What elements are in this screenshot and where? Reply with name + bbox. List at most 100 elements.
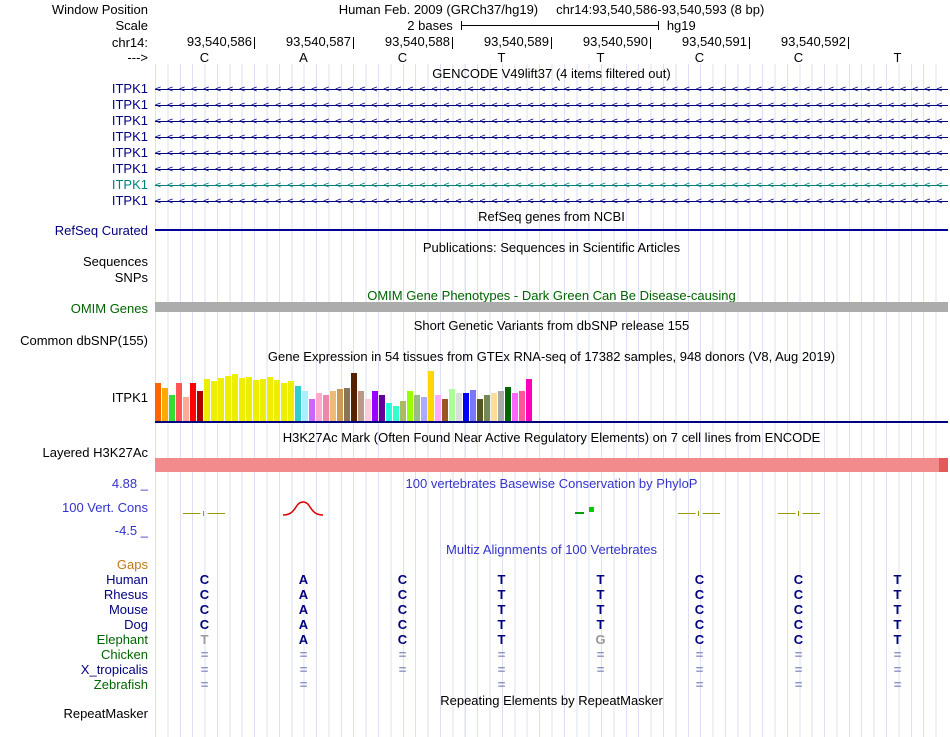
dbsnp-track-title[interactable]: Short Genetic Variants from dbSNP releas… — [155, 318, 948, 333]
phylop-track-title[interactable]: 100 vertebrates Basewise Conservation by… — [155, 476, 948, 491]
gtex-tissue-bar[interactable] — [260, 379, 266, 421]
gtex-tissue-bar[interactable] — [379, 395, 385, 421]
transcript-row[interactable]: <<<<<<<<<<<<<<<<<<<<<<<<<<<<<<<<<<<<<<<<… — [155, 177, 948, 193]
phylop-conservation-track[interactable] — [155, 498, 948, 528]
gene-label-itpk1[interactable]: ITPK1 — [0, 129, 148, 145]
gtex-tissue-bar[interactable] — [288, 381, 294, 421]
species-label[interactable]: Mouse — [0, 602, 155, 617]
transcript-row[interactable]: <<<<<<<<<<<<<<<<<<<<<<<<<<<<<<<<<<<<<<<<… — [155, 97, 948, 113]
gtex-tissue-bar[interactable] — [176, 383, 182, 421]
omim-genes-label[interactable]: OMIM Genes — [0, 301, 148, 316]
gtex-tissue-bar[interactable] — [386, 403, 392, 421]
species-label[interactable]: Chicken — [0, 647, 155, 662]
gtex-tissue-bar[interactable] — [218, 378, 224, 421]
alignment-row-x_tropicalis[interactable]: X_tropicalis = = = = = = = = — [0, 662, 950, 677]
snps-label[interactable]: SNPs — [0, 270, 148, 285]
gene-label-itpk1[interactable]: ITPK1 — [0, 97, 148, 113]
gtex-tissue-bar[interactable] — [232, 374, 238, 421]
gtex-tissue-bar[interactable] — [414, 395, 420, 421]
gtex-tissue-bar[interactable] — [407, 391, 413, 421]
omim-track-title[interactable]: OMIM Gene Phenotypes - Dark Green Can Be… — [155, 288, 948, 303]
alignment-row-chicken[interactable]: Chicken = = = = = = = = — [0, 647, 950, 662]
gtex-tissue-bar[interactable] — [372, 391, 378, 421]
gene-label-itpk1[interactable]: ITPK1 — [0, 193, 148, 209]
refseq-curated-label[interactable]: RefSeq Curated — [0, 223, 148, 238]
gtex-tissue-bar[interactable] — [323, 395, 329, 421]
gtex-tissue-bar[interactable] — [225, 376, 231, 421]
transcript-row[interactable]: <<<<<<<<<<<<<<<<<<<<<<<<<<<<<<<<<<<<<<<<… — [155, 129, 948, 145]
gtex-tissue-bar[interactable] — [491, 393, 497, 421]
gtex-tissue-bar[interactable] — [344, 388, 350, 421]
alignment-row-human[interactable]: Human C A C T T C C T — [0, 572, 950, 587]
gtex-tissue-bar[interactable] — [316, 393, 322, 421]
gtex-tissue-bar[interactable] — [505, 387, 511, 421]
gtex-tissue-bar[interactable] — [400, 401, 406, 421]
alignment-row-dog[interactable]: Dog C A C T T C C T — [0, 617, 950, 632]
gtex-tissue-bar[interactable] — [239, 378, 245, 421]
gtex-tissue-bar[interactable] — [274, 380, 280, 421]
vert-cons-label[interactable]: 100 Vert. Cons — [0, 500, 148, 515]
gtex-gene-label[interactable]: ITPK1 — [0, 390, 148, 405]
gtex-expression-barchart[interactable] — [155, 368, 948, 421]
sequences-label[interactable]: Sequences — [0, 254, 148, 269]
gtex-tissue-bar[interactable] — [358, 391, 364, 421]
gtex-tissue-bar[interactable] — [519, 391, 525, 421]
repeatmasker-label[interactable]: RepeatMasker — [0, 706, 148, 721]
species-label[interactable]: Zebrafish — [0, 677, 155, 692]
gtex-tissue-bar[interactable] — [267, 377, 273, 421]
gene-label-itpk1[interactable]: ITPK1 — [0, 81, 148, 97]
gene-label-itpk1[interactable]: ITPK1 — [0, 161, 148, 177]
gene-label-itpk1[interactable]: ITPK1 — [0, 113, 148, 129]
gtex-tissue-bar[interactable] — [449, 389, 455, 421]
gtex-tissue-bar[interactable] — [302, 391, 308, 421]
gene-label-itpk1[interactable]: ITPK1 — [0, 145, 148, 161]
omim-gene-bar[interactable] — [155, 302, 948, 312]
alignment-row-rhesus[interactable]: Rhesus C A C T T C C T — [0, 587, 950, 602]
transcript-row[interactable]: <<<<<<<<<<<<<<<<<<<<<<<<<<<<<<<<<<<<<<<<… — [155, 81, 948, 97]
alignment-row-gaps[interactable]: Gaps — [0, 557, 950, 572]
alignment-row-mouse[interactable]: Mouse C A C T T C C T — [0, 602, 950, 617]
gtex-tissue-bar[interactable] — [337, 389, 343, 421]
multiz-track-title[interactable]: Multiz Alignments of 100 Vertebrates — [155, 542, 948, 557]
gtex-tissue-bar[interactable] — [183, 397, 189, 421]
transcript-row[interactable]: <<<<<<<<<<<<<<<<<<<<<<<<<<<<<<<<<<<<<<<<… — [155, 145, 948, 161]
repeatmasker-track-title[interactable]: Repeating Elements by RepeatMasker — [155, 693, 948, 708]
position-ruler[interactable]: 93,540,586 93,540,587 93,540,588 93,540,589… — [155, 35, 948, 50]
h3k27ac-label[interactable]: Layered H3K27Ac — [0, 445, 148, 460]
gtex-tissue-bar[interactable] — [309, 399, 315, 421]
gtex-tissue-bar[interactable] — [162, 388, 168, 421]
gene-label-itpk1[interactable]: ITPK1 — [0, 177, 148, 193]
species-label[interactable]: Elephant — [0, 632, 155, 647]
gtex-tissue-bar[interactable] — [498, 391, 504, 421]
gtex-tissue-bar[interactable] — [421, 397, 427, 421]
transcript-row[interactable]: <<<<<<<<<<<<<<<<<<<<<<<<<<<<<<<<<<<<<<<<… — [155, 113, 948, 129]
gtex-tissue-bar[interactable] — [456, 393, 462, 421]
species-label[interactable]: Dog — [0, 617, 155, 632]
gtex-tissue-bar[interactable] — [281, 383, 287, 421]
publications-track-title[interactable]: Publications: Sequences in Scientific Ar… — [155, 240, 948, 255]
transcript-row[interactable]: <<<<<<<<<<<<<<<<<<<<<<<<<<<<<<<<<<<<<<<<… — [155, 193, 948, 209]
gtex-tissue-bar[interactable] — [477, 399, 483, 421]
gtex-tissue-bar[interactable] — [463, 393, 469, 421]
h3k27ac-signal-bar[interactable] — [155, 458, 948, 472]
gtex-tissue-bar[interactable] — [190, 383, 196, 421]
gtex-tissue-bar[interactable] — [442, 399, 448, 421]
species-label[interactable]: X_tropicalis — [0, 662, 155, 677]
dbsnp-label[interactable]: Common dbSNP(155) — [0, 333, 148, 348]
h3k27ac-track-title[interactable]: H3K27Ac Mark (Often Found Near Active Re… — [155, 430, 948, 445]
gtex-tissue-bar[interactable] — [253, 380, 259, 421]
gtex-tissue-bar[interactable] — [169, 395, 175, 421]
alignment-row-zebrafish[interactable]: Zebrafish = = = = = = — [0, 677, 950, 692]
species-label[interactable]: Gaps — [0, 557, 155, 572]
gtex-tissue-bar[interactable] — [204, 379, 210, 421]
gtex-tissue-bar[interactable] — [155, 383, 161, 421]
alignment-row-elephant[interactable]: Elephant T A C T G C C T — [0, 632, 950, 647]
gtex-tissue-bar[interactable] — [351, 373, 357, 421]
gencode-track-title[interactable]: GENCODE V49lift37 (4 items filtered out) — [155, 66, 948, 81]
refseq-track-title[interactable]: RefSeq genes from NCBI — [155, 209, 948, 224]
gtex-track-title[interactable]: Gene Expression in 54 tissues from GTEx … — [155, 349, 948, 364]
gtex-tissue-bar[interactable] — [435, 395, 441, 421]
gtex-tissue-bar[interactable] — [246, 377, 252, 421]
gtex-tissue-bar[interactable] — [428, 371, 434, 421]
gtex-tissue-bar[interactable] — [295, 386, 301, 421]
